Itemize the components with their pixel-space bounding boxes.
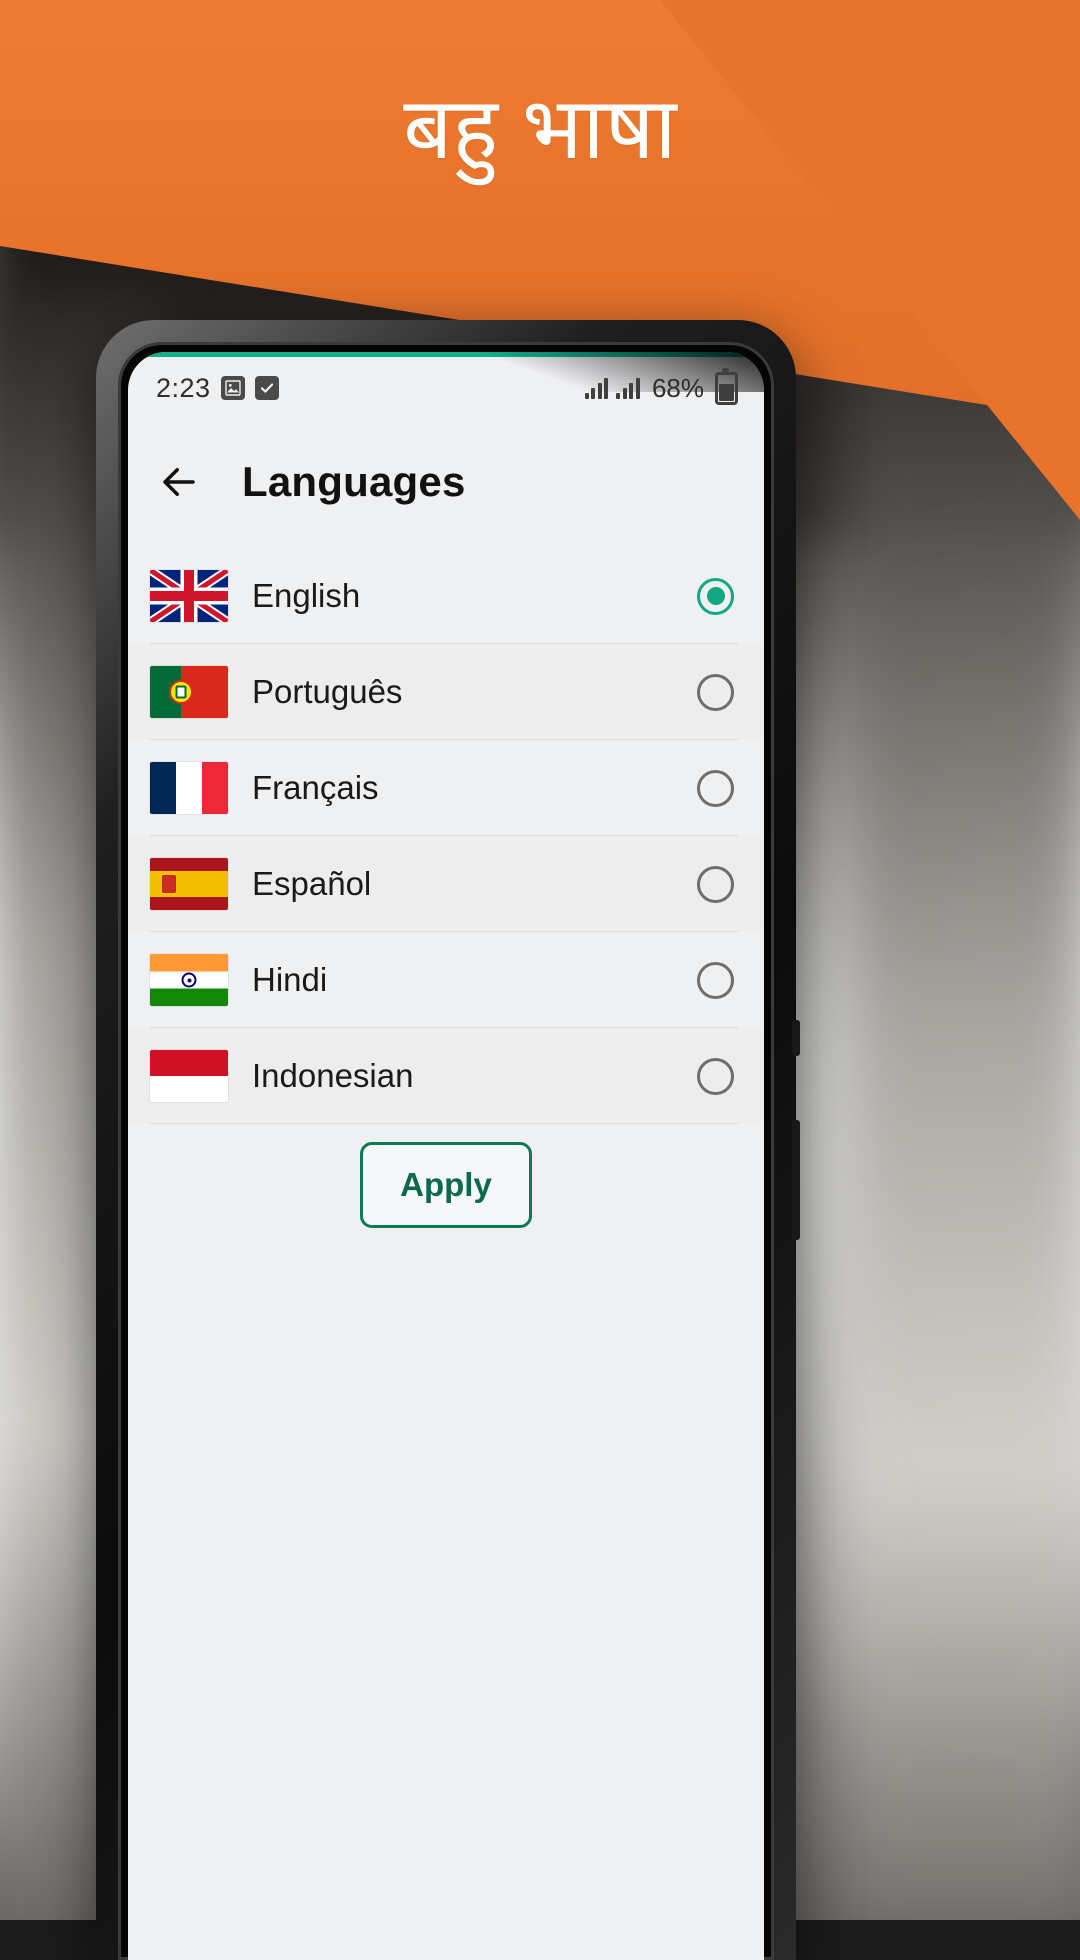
status-bar-time: 2:23	[156, 372, 211, 403]
language-radio-button[interactable]	[697, 961, 734, 999]
apply-button[interactable]: Apply	[360, 1142, 532, 1228]
language-label: English	[252, 577, 361, 614]
indonesia-flag-icon	[150, 1050, 228, 1102]
list-item[interactable]: Hindi	[128, 932, 764, 1028]
list-item[interactable]: Indonesian	[128, 1028, 764, 1124]
phone-side-button-volume[interactable]	[792, 1120, 800, 1240]
list-item[interactable]: Español	[128, 836, 764, 932]
phone-mockup: 2:23 68% Languages English Português Fra…	[96, 320, 800, 1960]
language-list: English Português Français Español Hindi…	[128, 548, 764, 1124]
app-bar: Languages	[128, 424, 764, 540]
signal-bars-icon	[584, 377, 609, 399]
background-right-pillar	[850, 320, 1080, 1920]
language-label: Português	[252, 673, 403, 710]
spain-flag-icon	[150, 858, 228, 910]
battery-percent-label: 68%	[651, 372, 704, 403]
france-flag-icon	[150, 762, 228, 814]
page-title: Languages	[242, 458, 466, 505]
signal-bars-icon	[616, 377, 640, 399]
status-bar-right: 68%	[584, 367, 738, 405]
language-label: Indonesian	[252, 1057, 414, 1094]
language-radio-button[interactable]	[697, 769, 734, 807]
battery-icon	[715, 367, 738, 405]
image-icon	[220, 376, 245, 400]
language-radio-button[interactable]	[697, 1057, 734, 1095]
back-arrow-icon[interactable]	[154, 457, 204, 507]
list-item[interactable]: Français	[128, 740, 764, 836]
portugal-flag-icon	[150, 666, 228, 718]
language-radio-button[interactable]	[697, 673, 734, 711]
status-bar-left: 2:23	[156, 373, 279, 404]
phone-screen: 2:23 68% Languages English Português Fra…	[128, 352, 764, 1960]
phone-side-button-power[interactable]	[792, 1020, 800, 1056]
language-radio-button[interactable]	[697, 577, 734, 615]
india-flag-icon	[150, 954, 228, 1006]
language-label: Français	[252, 769, 379, 806]
list-item[interactable]: Português	[128, 644, 764, 740]
promo-banner-title: बहु भाषा	[403, 81, 677, 177]
status-bar: 2:23 68%	[128, 357, 764, 419]
apply-button-container: Apply	[128, 1142, 764, 1228]
uk-flag-icon	[150, 570, 228, 622]
phone-bezel: 2:23 68% Languages English Português Fra…	[118, 342, 774, 1960]
language-label: Hindi	[252, 961, 328, 998]
checkbox-icon	[254, 376, 279, 400]
language-radio-button[interactable]	[697, 865, 734, 903]
list-item[interactable]: English	[128, 548, 764, 644]
language-label: Español	[252, 865, 372, 902]
